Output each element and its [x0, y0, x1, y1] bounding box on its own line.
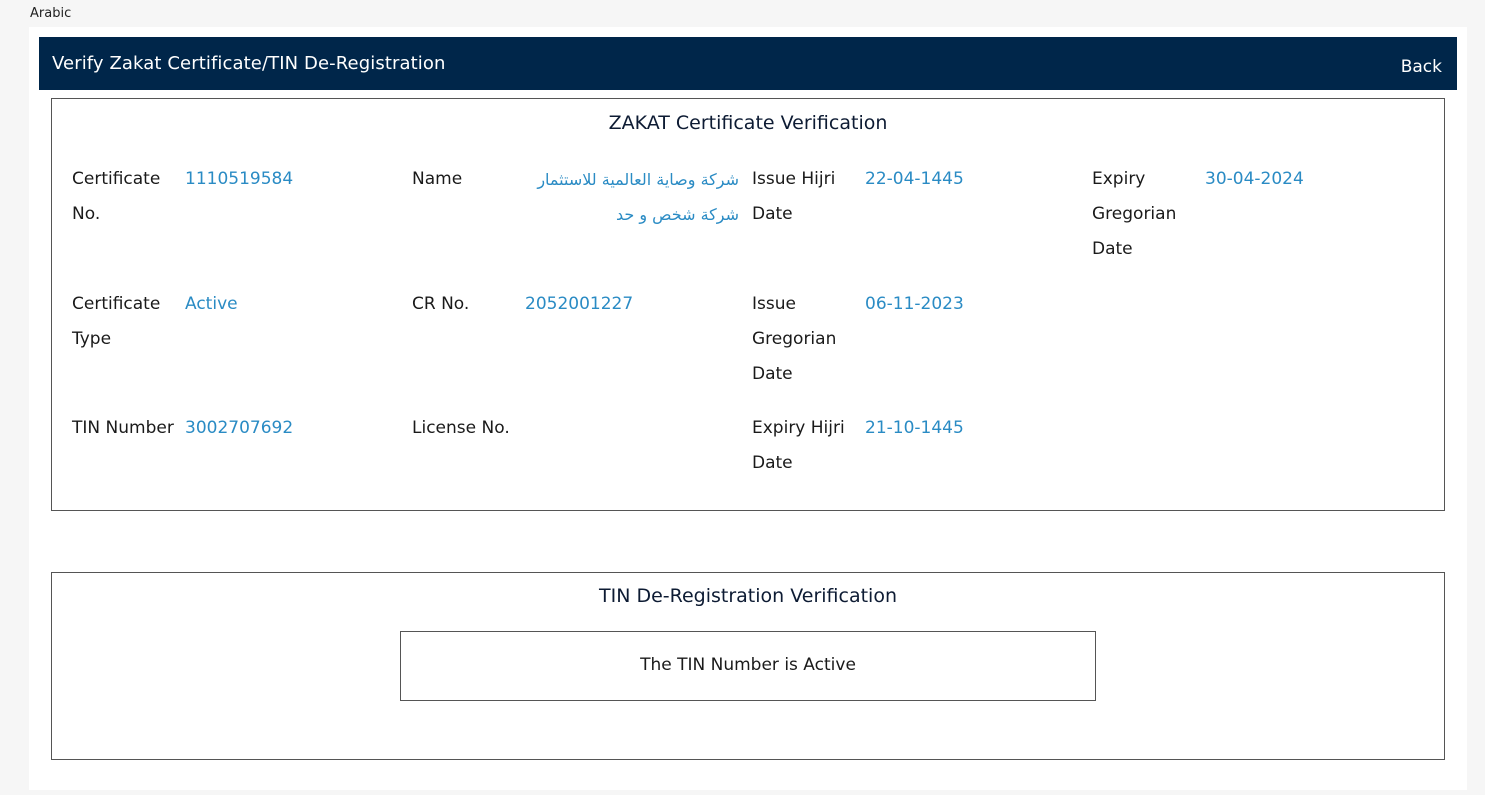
name-value: شركة وصاية العالمية للاستثمار شركة شخص و…: [537, 170, 739, 224]
tin-number-label: TIN Number: [72, 418, 174, 438]
certificate-type-value: Active: [185, 294, 238, 314]
issue-gregorian-date-value: 06-11-2023: [865, 294, 964, 314]
language-toggle-link[interactable]: Arabic: [30, 6, 71, 21]
verification-card: Verify Zakat Certificate/TIN De-Registra…: [29, 27, 1467, 790]
tin-status-message: The TIN Number is Active: [400, 631, 1096, 701]
tin-number-value: 3002707692: [185, 418, 294, 438]
cr-no-value: 2052001227: [525, 294, 634, 314]
certificate-no-value: 1110519584: [185, 169, 294, 189]
zakat-certificate-panel: ZAKAT Certificate Verification Certifica…: [51, 98, 1445, 511]
certificate-type-label: Certificate Type: [72, 294, 161, 349]
issue-gregorian-date-label: Issue Gregorian Date: [752, 294, 837, 384]
page-header: Verify Zakat Certificate/TIN De-Registra…: [39, 37, 1457, 90]
issue-hijri-date-value: 22-04-1445: [865, 169, 964, 189]
tin-panel-title: TIN De-Registration Verification: [598, 585, 897, 607]
expiry-gregorian-date-value: 30-04-2024: [1205, 169, 1304, 189]
name-label: Name: [412, 169, 463, 189]
expiry-hijri-date-label: Expiry Hijri Date: [752, 418, 845, 473]
issue-hijri-date-label: Issue Hijri Date: [752, 169, 836, 224]
page-title: Verify Zakat Certificate/TIN De-Registra…: [52, 53, 446, 74]
zakat-panel-title: ZAKAT Certificate Verification: [608, 112, 888, 134]
license-no-label: License No.: [412, 418, 510, 438]
expiry-gregorian-date-label: Expiry Gregorian Date: [1092, 169, 1177, 259]
expiry-hijri-date-value: 21-10-1445: [865, 418, 964, 438]
certificate-no-label: Certificate No.: [72, 169, 161, 224]
tin-deregistration-panel: TIN De-Registration Verification The TIN…: [51, 572, 1445, 760]
cr-no-label: CR No.: [412, 294, 470, 314]
back-link[interactable]: Back: [1401, 57, 1442, 77]
